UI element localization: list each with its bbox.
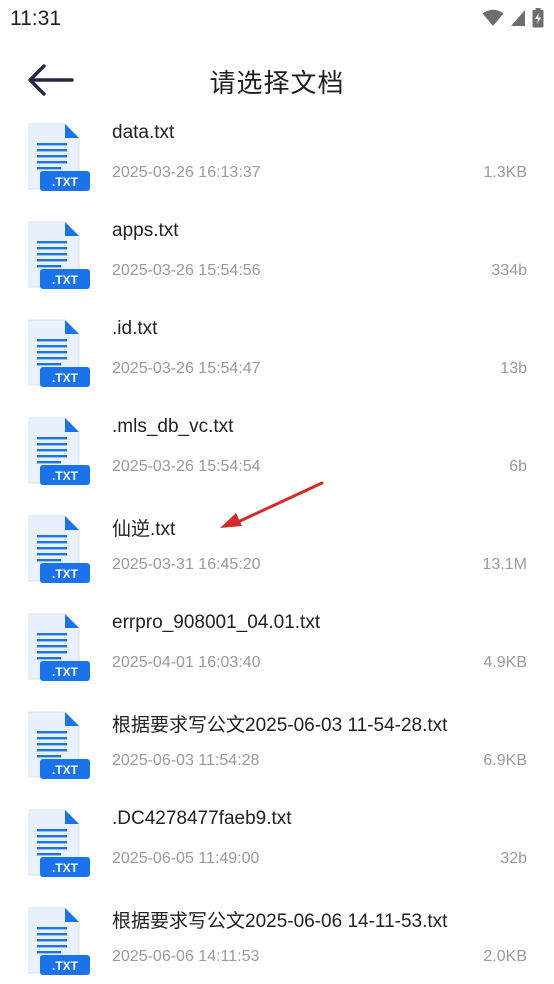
file-type-badge: .TXT [52, 469, 79, 483]
file-size: 13.1M [482, 556, 527, 573]
file-date: 2025-03-26 16:13:37 [112, 164, 261, 181]
file-name: .mls_db_vc.txt [112, 416, 234, 437]
file-name: .id.txt [112, 318, 158, 339]
file-size: 32b [500, 850, 527, 867]
file-name: .DC4278477faeb9.txt [112, 808, 292, 829]
file-type-badge: .TXT [52, 567, 79, 581]
file-row[interactable]: .TXT 根据要求写公文2025-06-06 14-11-53.txt 2025-0… [0, 902, 554, 984]
txt-file-icon: .TXT [28, 515, 90, 583]
file-type-badge: .TXT [52, 665, 79, 679]
txt-file-icon: .TXT [28, 613, 90, 681]
status-icons [482, 8, 544, 28]
file-name: 仙逆.txt [112, 519, 176, 540]
txt-file-icon: .TXT [28, 711, 90, 779]
file-type-badge: .TXT [52, 371, 79, 385]
file-type-badge: .TXT [52, 861, 79, 875]
file-type-badge: .TXT [52, 175, 79, 189]
battery-charging-icon [532, 8, 544, 28]
file-size: 2.0KB [483, 948, 527, 965]
file-list[interactable]: .TXT data.txt 2025-03-26 16:13:37 1.3KB .TXT… [0, 118, 554, 984]
file-row[interactable]: .TXT apps.txt 2025-03-26 15:54:56 334b [0, 216, 554, 314]
file-row[interactable]: .TXT errpro_908001_04.01.txt 2025-04-01 16… [0, 608, 554, 706]
signal-icon [511, 10, 525, 26]
txt-file-icon: .TXT [28, 319, 90, 387]
txt-file-icon: .TXT [28, 221, 90, 289]
status-time: 11:31 [10, 7, 61, 30]
page-title: 请选择文档 [209, 68, 345, 98]
wifi-icon [482, 9, 504, 26]
file-name: 根据要求写公文2025-06-06 14-11-53.txt [112, 911, 448, 932]
file-date: 2025-03-31 16:45:20 [112, 556, 261, 573]
file-date: 2025-06-06 14:11:53 [112, 948, 260, 965]
file-date: 2025-06-05 11:49:00 [112, 850, 260, 867]
file-size: 13b [500, 360, 527, 377]
file-date: 2025-06-03 11:54:28 [112, 752, 260, 769]
file-row[interactable]: .TXT 根据要求写公文2025-06-03 11-54-28.txt 2025-0… [0, 706, 554, 804]
txt-file-icon: .TXT [28, 123, 90, 191]
file-type-badge: .TXT [52, 763, 79, 777]
file-row[interactable]: .TXT .DC4278477faeb9.txt 2025-06-05 11:49:… [0, 804, 554, 902]
file-row[interactable]: .TXT 仙逆.txt 2025-03-31 16:45:20 13.1M [0, 510, 554, 608]
file-row[interactable]: .TXT data.txt 2025-03-26 16:13:37 1.3KB [0, 118, 554, 216]
file-date: 2025-03-26 15:54:56 [112, 262, 261, 279]
status-bar: 11:31 [0, 0, 554, 40]
file-date: 2025-04-01 16:03:40 [112, 654, 261, 671]
file-date: 2025-03-26 15:54:47 [112, 360, 261, 377]
file-row[interactable]: .TXT .id.txt 2025-03-26 15:54:47 13b [0, 314, 554, 412]
file-size: 334b [491, 262, 527, 279]
file-name: apps.txt [112, 220, 179, 241]
txt-file-icon: .TXT [28, 907, 90, 975]
file-name: 根据要求写公文2025-06-03 11-54-28.txt [112, 715, 448, 736]
file-row[interactable]: .TXT .mls_db_vc.txt 2025-03-26 15:54:54 6b [0, 412, 554, 510]
file-name: data.txt [112, 122, 175, 143]
file-size: 4.9KB [483, 654, 527, 671]
txt-file-icon: .TXT [28, 417, 90, 485]
file-type-badge: .TXT [52, 273, 79, 287]
txt-file-icon: .TXT [28, 809, 90, 877]
file-type-badge: .TXT [52, 959, 79, 973]
file-size: 6b [509, 458, 527, 475]
file-date: 2025-03-26 15:54:54 [112, 458, 261, 475]
file-size: 1.3KB [483, 164, 527, 181]
file-name: errpro_908001_04.01.txt [112, 612, 321, 633]
app-bar: 请选择文档 [0, 42, 554, 118]
file-size: 6.9KB [483, 752, 527, 769]
